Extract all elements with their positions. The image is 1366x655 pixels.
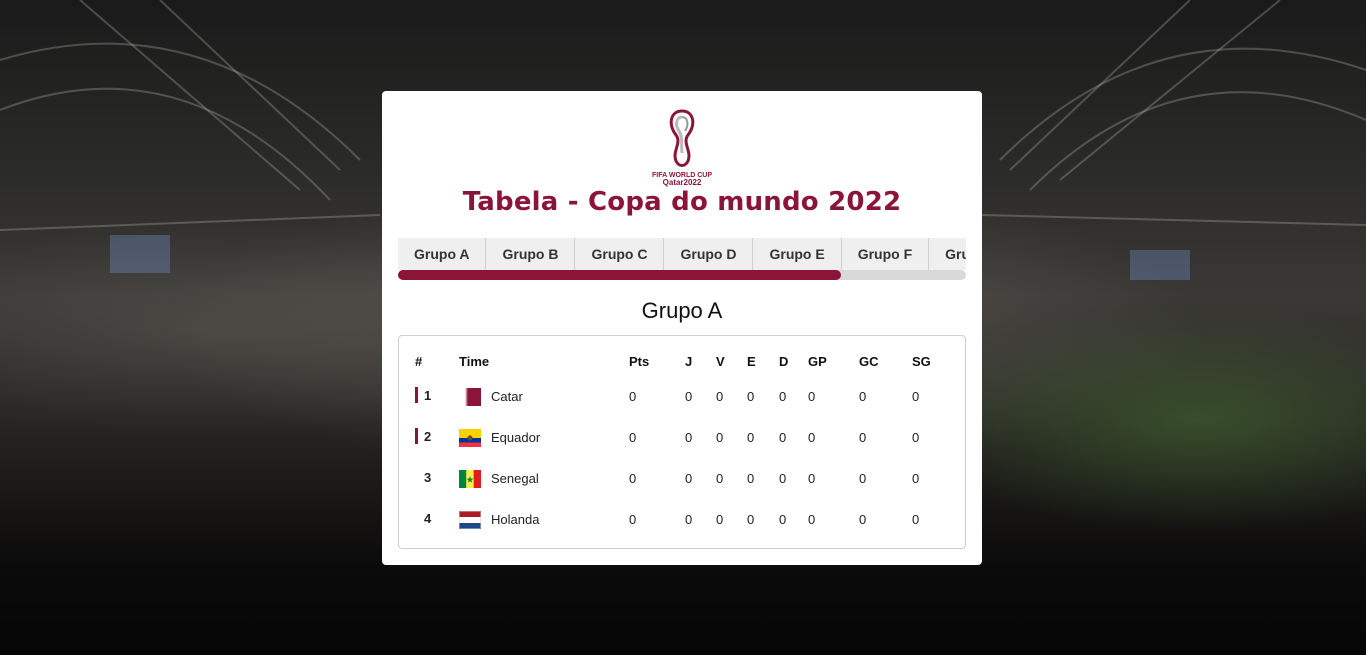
tab-grupo-g[interactable]: Grupo G bbox=[929, 238, 966, 270]
table-header-row: # Time Pts J V E D GP GC SG bbox=[399, 346, 965, 376]
stat-v: 0 bbox=[716, 430, 724, 445]
stat-gp: 0 bbox=[808, 430, 816, 445]
ecuador-flag-icon bbox=[459, 428, 481, 447]
table-row: 2 Equador 0 0 0 0 0 0 0 0 bbox=[399, 417, 965, 458]
position: 3 bbox=[415, 469, 431, 485]
table-row: 1 Catar 0 0 0 0 0 0 0 0 bbox=[399, 376, 965, 417]
tabs-scrollbar[interactable] bbox=[398, 270, 966, 280]
stat-d: 0 bbox=[779, 471, 787, 486]
table-row: 4 Holanda 0 0 0 0 0 0 0 0 bbox=[399, 499, 965, 540]
svg-text:Qatar2022: Qatar2022 bbox=[663, 178, 702, 187]
stat-gc: 0 bbox=[859, 430, 867, 445]
stat-e: 0 bbox=[747, 471, 755, 486]
position-cell: 2 bbox=[399, 417, 459, 458]
senegal-flag-icon bbox=[459, 469, 481, 488]
stat-v: 0 bbox=[716, 389, 724, 404]
stat-gc: 0 bbox=[859, 389, 867, 404]
team-name: Holanda bbox=[491, 512, 540, 527]
tab-grupo-d[interactable]: Grupo D bbox=[664, 238, 754, 270]
qatar-flag-icon bbox=[459, 387, 481, 406]
position-cell: 4 bbox=[399, 499, 459, 540]
table-row: 3 Senegal 0 0 0 0 0 0 0 0 bbox=[399, 458, 965, 499]
stat-sg: 0 bbox=[912, 389, 920, 404]
stat-gp: 0 bbox=[808, 471, 816, 486]
standings-table: # Time Pts J V E D GP GC SG 1 Catar 0 0 0 0 0 0… bbox=[399, 346, 965, 540]
netherlands-flag-icon bbox=[459, 510, 481, 529]
stat-pts: 0 bbox=[629, 430, 637, 445]
stat-j: 0 bbox=[685, 512, 693, 527]
stat-gc: 0 bbox=[859, 471, 867, 486]
stat-sg: 0 bbox=[912, 430, 920, 445]
tab-grupo-f[interactable]: Grupo F bbox=[842, 238, 930, 270]
header-d: D bbox=[779, 353, 789, 369]
team-cell: Holanda bbox=[459, 499, 629, 540]
team-name: Senegal bbox=[491, 471, 539, 486]
stat-d: 0 bbox=[779, 430, 787, 445]
team-cell: Catar bbox=[459, 376, 629, 417]
team-cell: Senegal bbox=[459, 458, 629, 499]
stat-e: 0 bbox=[747, 512, 755, 527]
header-e: E bbox=[747, 353, 756, 369]
header-gp: GP bbox=[808, 353, 827, 369]
stat-gp: 0 bbox=[808, 512, 816, 527]
stat-v: 0 bbox=[716, 471, 724, 486]
stat-pts: 0 bbox=[629, 471, 637, 486]
qualification-marker bbox=[415, 387, 418, 403]
world-cup-logo: FIFA WORLD CUP Qatar2022 bbox=[646, 107, 718, 187]
team-name: Catar bbox=[491, 389, 523, 404]
qualification-marker bbox=[415, 469, 418, 485]
team-name: Equador bbox=[491, 430, 541, 445]
stat-sg: 0 bbox=[912, 512, 920, 527]
position-cell: 1 bbox=[399, 376, 459, 417]
page-title: Tabela - Copa do mundo 2022 bbox=[462, 187, 902, 217]
stat-j: 0 bbox=[685, 389, 693, 404]
stat-j: 0 bbox=[685, 471, 693, 486]
stat-j: 0 bbox=[685, 430, 693, 445]
tab-grupo-c[interactable]: Grupo C bbox=[575, 238, 665, 270]
group-title: Grupo A bbox=[641, 298, 723, 323]
qualification-marker bbox=[415, 428, 418, 444]
stat-e: 0 bbox=[747, 430, 755, 445]
position: 1 bbox=[415, 387, 431, 403]
position-number: 4 bbox=[424, 510, 432, 526]
stat-d: 0 bbox=[779, 512, 787, 527]
position-number: 3 bbox=[424, 469, 432, 485]
header-v: V bbox=[716, 353, 725, 369]
standings-card: FIFA WORLD CUP Qatar2022 Tabela - Copa d… bbox=[382, 91, 982, 565]
header-gc: GC bbox=[859, 353, 879, 369]
stat-d: 0 bbox=[779, 389, 787, 404]
standings-table-container: # Time Pts J V E D GP GC SG 1 Catar 0 0 0 0 0 0… bbox=[398, 335, 966, 549]
header-pts: Pts bbox=[629, 353, 650, 369]
header-pos: # bbox=[415, 353, 423, 369]
qualification-marker bbox=[415, 510, 418, 526]
stat-gp: 0 bbox=[808, 389, 816, 404]
stat-sg: 0 bbox=[912, 471, 920, 486]
position: 2 bbox=[415, 428, 431, 444]
tab-grupo-b[interactable]: Grupo B bbox=[486, 238, 576, 270]
header-team: Time bbox=[459, 353, 490, 369]
tabs-scrollbar-thumb[interactable] bbox=[398, 270, 842, 280]
team-cell: Equador bbox=[459, 417, 629, 458]
header-j: J bbox=[685, 353, 693, 369]
group-tabs: Grupo A Grupo B Grupo C Grupo D Grupo E Grupo… bbox=[398, 238, 966, 281]
header-sg: SG bbox=[912, 353, 931, 369]
tab-grupo-e[interactable]: Grupo E bbox=[753, 238, 842, 270]
position-number: 2 bbox=[424, 428, 432, 444]
stat-gc: 0 bbox=[859, 512, 867, 527]
stat-pts: 0 bbox=[629, 389, 637, 404]
tab-grupo-a[interactable]: Grupo A bbox=[398, 238, 487, 270]
position-number: 1 bbox=[424, 387, 432, 403]
position-cell: 3 bbox=[399, 458, 459, 499]
stat-e: 0 bbox=[747, 389, 755, 404]
position: 4 bbox=[415, 510, 431, 526]
stat-v: 0 bbox=[716, 512, 724, 527]
stat-pts: 0 bbox=[629, 512, 637, 527]
